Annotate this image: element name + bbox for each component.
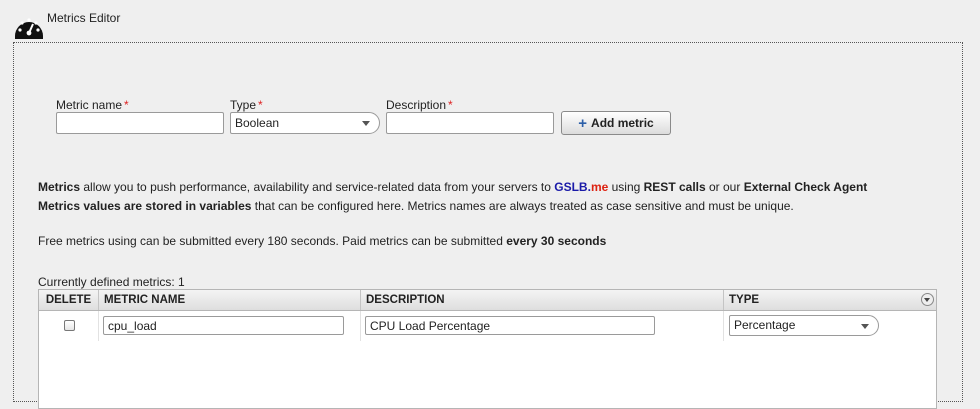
description-label: Description * (386, 98, 453, 112)
metrics-table: DELETE METRIC NAME DESCRIPTION TYPE Perc… (38, 289, 937, 409)
brand-gslb: GSLB. (554, 180, 591, 194)
delete-checkbox[interactable] (64, 320, 75, 331)
chevron-down-icon (362, 121, 370, 126)
column-header-metric-name[interactable]: METRIC NAME (99, 290, 361, 310)
required-mark: * (258, 98, 263, 112)
info-line-1: Metrics allow you to push performance, a… (38, 180, 868, 194)
type-select-value: Boolean (235, 116, 280, 130)
type-select[interactable]: Boolean (230, 112, 380, 134)
plus-icon: + (578, 114, 588, 132)
column-header-delete[interactable]: DELETE (39, 290, 99, 310)
required-mark: * (448, 98, 453, 112)
info-line-3: Free metrics using can be submitted ever… (38, 234, 607, 248)
speedometer-icon (15, 18, 43, 39)
table-row: Percentage (39, 311, 936, 341)
delete-cell (39, 311, 99, 341)
info-line-2: Metrics values are stored in variables t… (38, 199, 794, 213)
row-type-select[interactable]: Percentage (729, 315, 879, 336)
chevron-down-icon (861, 324, 869, 329)
type-label: Type * (230, 98, 263, 112)
column-header-type[interactable]: TYPE (724, 290, 936, 310)
row-description-input[interactable] (365, 316, 655, 335)
metric-name-input[interactable] (56, 112, 224, 134)
editor-panel: Metric name * Type * Description * Boolean … (13, 42, 963, 409)
required-mark: * (124, 98, 129, 112)
metrics-count: Currently defined metrics: 1 (38, 275, 185, 289)
column-menu-icon[interactable] (921, 293, 934, 306)
row-type-select-value: Percentage (734, 318, 796, 332)
brand-me: me (590, 180, 609, 194)
page-title: Metrics Editor (47, 11, 121, 25)
type-cell: Percentage (724, 311, 936, 341)
table-header: DELETE METRIC NAME DESCRIPTION TYPE (39, 290, 936, 311)
add-metric-button[interactable]: + Add metric (561, 111, 671, 135)
column-header-description[interactable]: DESCRIPTION (361, 290, 724, 310)
description-input[interactable] (386, 112, 554, 134)
add-metric-label: Add metric (591, 116, 654, 130)
metric-name-cell (99, 311, 361, 341)
metric-name-label: Metric name * (56, 98, 129, 112)
description-cell (361, 311, 724, 341)
row-metric-name-input[interactable] (103, 316, 344, 335)
